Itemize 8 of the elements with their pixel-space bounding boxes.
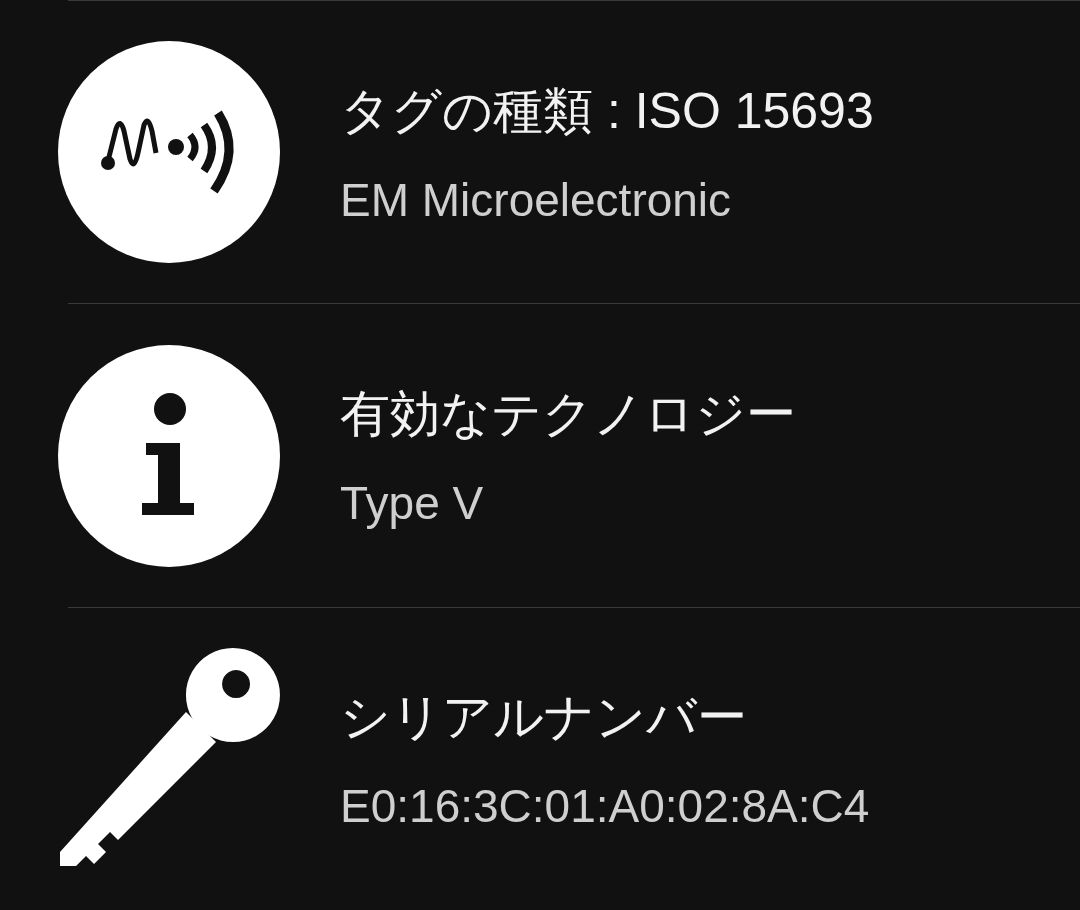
row-subtitle: EM Microelectronic: [340, 172, 733, 227]
nfc-icon: [58, 41, 280, 264]
info-icon: [58, 344, 280, 567]
row-subtitle: Type V: [340, 476, 485, 530]
row-title: シリアルナンバー: [340, 688, 748, 748]
row-title: タグの種類 : ISO 15693: [340, 81, 874, 141]
row-title: 有効なテクノロジー: [340, 385, 796, 444]
row-subtitle: E0:16:3C:01:A0:02:8A:C4: [340, 779, 870, 834]
